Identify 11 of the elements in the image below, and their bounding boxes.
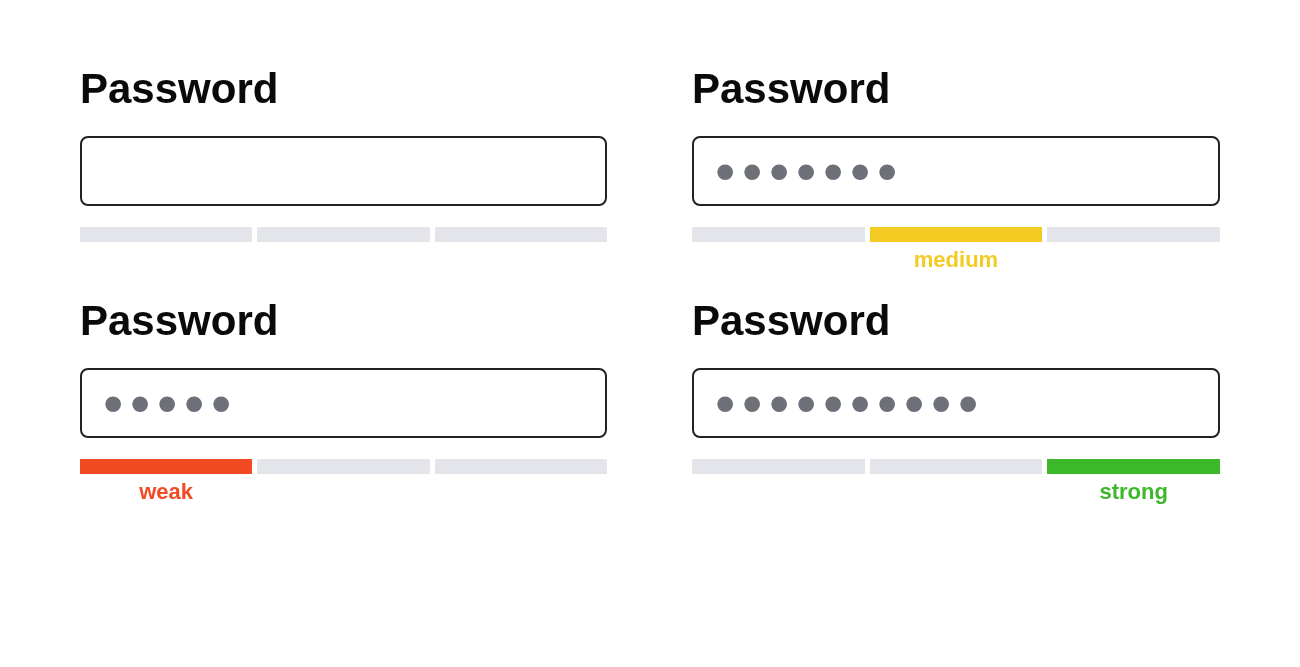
strength-label: weak (139, 480, 194, 505)
strength-label: medium (913, 248, 999, 273)
field-label: Password (80, 300, 279, 343)
field-label: Password (80, 68, 279, 110)
field-label: Password (692, 68, 891, 110)
field-label: Password (692, 300, 891, 343)
password-field[interactable] (80, 136, 607, 206)
password-field[interactable]: ••••••• (692, 136, 1220, 206)
strength-label: strong (1099, 480, 1168, 505)
password-field[interactable]: •••••••••• (692, 368, 1220, 439)
password-field[interactable]: ••••• (80, 368, 607, 439)
